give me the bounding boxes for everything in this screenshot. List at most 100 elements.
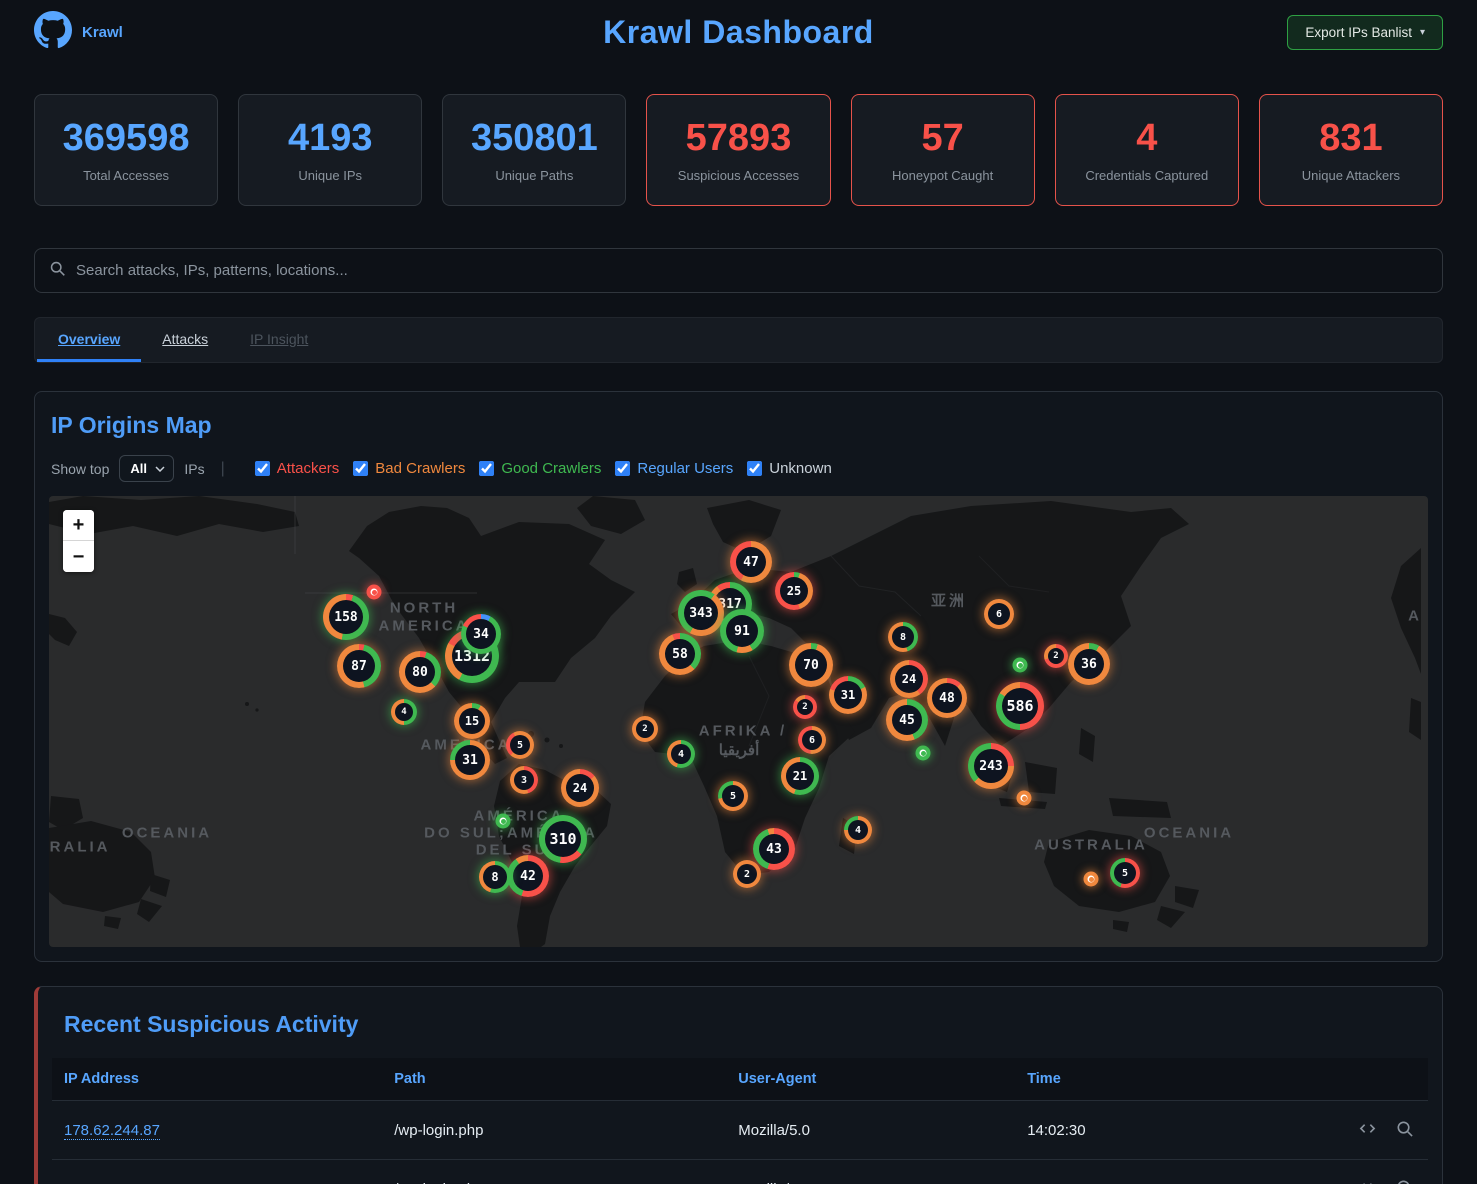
map-single-marker[interactable] xyxy=(496,814,511,829)
map-cluster-marker[interactable]: 80 xyxy=(399,651,441,693)
map-cluster-marker[interactable]: 31 xyxy=(829,676,867,714)
map-cluster-marker[interactable]: 70 xyxy=(789,643,833,687)
map-cluster-marker[interactable]: 5 xyxy=(718,781,748,811)
map-cluster-marker[interactable]: 34 xyxy=(461,614,501,654)
tab-ip-insight[interactable]: IP Insight xyxy=(229,318,329,362)
map-cluster-marker[interactable]: 4 xyxy=(844,816,872,844)
map-zoom-in-button[interactable]: + xyxy=(63,510,94,541)
stat-value: 350801 xyxy=(471,117,598,160)
marker-count: 6 xyxy=(996,609,1002,620)
world-map[interactable]: + − NORTHAMERICAAMERICAAMÉRICADO SUL;AMÉ… xyxy=(49,496,1428,947)
marker-count: 36 xyxy=(1081,657,1097,672)
brand[interactable]: Krawl xyxy=(34,11,123,54)
tab-overview[interactable]: Overview xyxy=(37,318,141,362)
map-single-marker[interactable] xyxy=(1017,791,1032,806)
stat-value: 4 xyxy=(1136,117,1157,160)
map-cluster-marker[interactable]: 2 xyxy=(733,860,761,888)
view-raw-button[interactable] xyxy=(1356,1176,1379,1184)
map-cluster-marker[interactable]: 24 xyxy=(561,769,599,807)
marker-count: 80 xyxy=(412,665,428,680)
filter-good-crawlers[interactable]: Good Crawlers xyxy=(479,460,601,477)
inspect-button[interactable] xyxy=(1393,1176,1416,1184)
table-row: 178.62.244.87/wp-login.phpMozilla/5.013:… xyxy=(52,1160,1428,1184)
recent-suspicious-activity-card: Recent Suspicious Activity IP AddressPat… xyxy=(34,986,1443,1184)
tab-attacks[interactable]: Attacks xyxy=(141,318,229,362)
filter-checkbox-bad-crawlers[interactable] xyxy=(353,461,368,476)
map-cluster-marker[interactable]: 91 xyxy=(720,609,764,653)
marker-count: 21 xyxy=(793,769,807,783)
marker-count: 158 xyxy=(334,610,357,625)
marker-count: 4 xyxy=(678,749,684,760)
export-banlist-button[interactable]: Export IPs Banlist ▾ xyxy=(1287,15,1443,50)
column-header-user-agent: User-Agent xyxy=(726,1058,1015,1101)
stat-label: Unique IPs xyxy=(298,168,362,183)
filter-attackers[interactable]: Attackers xyxy=(255,460,340,477)
map-zoom-out-button[interactable]: − xyxy=(63,541,94,572)
chevron-down-icon: ▾ xyxy=(1420,27,1425,38)
map-cluster-marker[interactable]: 4 xyxy=(667,740,695,768)
filter-regular-users[interactable]: Regular Users xyxy=(615,460,733,477)
show-top-select[interactable]: All xyxy=(119,455,174,482)
marker-count: 2 xyxy=(1053,651,1058,661)
show-top-label: Show top xyxy=(51,461,109,477)
stat-value: 57893 xyxy=(686,117,792,160)
map-single-marker[interactable] xyxy=(1084,872,1099,887)
inspect-button[interactable] xyxy=(1393,1117,1416,1143)
map-single-marker[interactable] xyxy=(916,746,931,761)
stat-label: Unique Attackers xyxy=(1302,168,1400,183)
map-cluster-marker[interactable]: 2 xyxy=(1044,644,1068,668)
map-cluster-marker[interactable]: 5 xyxy=(1110,858,1140,888)
map-cluster-marker[interactable]: 5 xyxy=(506,731,534,759)
path-cell: /wp-login.php xyxy=(382,1101,726,1160)
map-cluster-marker[interactable]: 24 xyxy=(890,660,928,698)
map-cluster-marker[interactable]: 15 xyxy=(454,703,490,739)
filter-checkbox-good-crawlers[interactable] xyxy=(479,461,494,476)
map-cluster-marker[interactable]: 4 xyxy=(391,699,417,725)
map-cluster-marker[interactable]: 43 xyxy=(753,828,795,870)
user-agent-cell: Mozilla/5.0 xyxy=(726,1160,1015,1184)
marker-count: 8 xyxy=(491,870,498,884)
map-cluster-marker[interactable]: 310 xyxy=(539,815,587,863)
map-cluster-marker[interactable]: 36 xyxy=(1068,643,1110,685)
map-cluster-marker[interactable]: 31 xyxy=(450,740,490,780)
search-input[interactable] xyxy=(76,262,1428,279)
map-cluster-marker[interactable]: 243 xyxy=(968,743,1014,789)
map-cluster-marker[interactable]: 58 xyxy=(659,633,701,675)
map-cluster-marker[interactable]: 158 xyxy=(323,594,369,640)
map-cluster-marker[interactable]: 3 xyxy=(510,766,538,794)
view-raw-button[interactable] xyxy=(1356,1117,1379,1143)
map-cluster-marker[interactable]: 6 xyxy=(798,726,826,754)
filter-checkbox-regular-users[interactable] xyxy=(615,461,630,476)
filter-bad-crawlers[interactable]: Bad Crawlers xyxy=(353,460,465,477)
map-cluster-marker[interactable]: 8 xyxy=(888,622,918,652)
marker-count: 2 xyxy=(642,724,647,734)
marker-count: 70 xyxy=(803,658,819,673)
search-bar xyxy=(34,248,1443,293)
map-cluster-marker[interactable]: 45 xyxy=(886,699,928,741)
map-cluster-marker[interactable]: 8 xyxy=(479,861,511,893)
map-cluster-marker[interactable]: 2 xyxy=(793,695,817,719)
map-single-marker[interactable] xyxy=(1013,658,1028,673)
filter-checkbox-unknown[interactable] xyxy=(747,461,762,476)
filter-checkbox-attackers[interactable] xyxy=(255,461,270,476)
map-cluster-marker[interactable]: 25 xyxy=(775,572,813,610)
map-cluster-marker[interactable]: 2 xyxy=(632,716,658,742)
map-single-marker[interactable] xyxy=(367,585,382,600)
controls-divider: | xyxy=(215,460,231,478)
map-cluster-marker[interactable]: 6 xyxy=(984,599,1014,629)
map-cluster-marker[interactable]: 87 xyxy=(337,644,381,688)
github-octocat-icon xyxy=(34,11,72,54)
filter-label: Bad Crawlers xyxy=(375,460,465,477)
ip-address-link[interactable]: 178.62.244.87 xyxy=(64,1122,160,1140)
map-cluster-marker[interactable]: 343 xyxy=(678,590,724,636)
map-cluster-marker[interactable]: 47 xyxy=(730,541,772,583)
filter-label: Attackers xyxy=(277,460,340,477)
map-cluster-marker[interactable]: 42 xyxy=(507,855,549,897)
map-cluster-marker[interactable]: 21 xyxy=(781,757,819,795)
column-header-ip-address: IP Address xyxy=(52,1058,382,1101)
stat-label: Total Accesses xyxy=(83,168,169,183)
map-cluster-marker[interactable]: 586 xyxy=(996,682,1044,730)
map-cluster-marker[interactable]: 48 xyxy=(927,678,967,718)
filter-unknown[interactable]: Unknown xyxy=(747,460,832,477)
ip-address-link[interactable]: 178.62.244.87 xyxy=(64,1181,160,1184)
